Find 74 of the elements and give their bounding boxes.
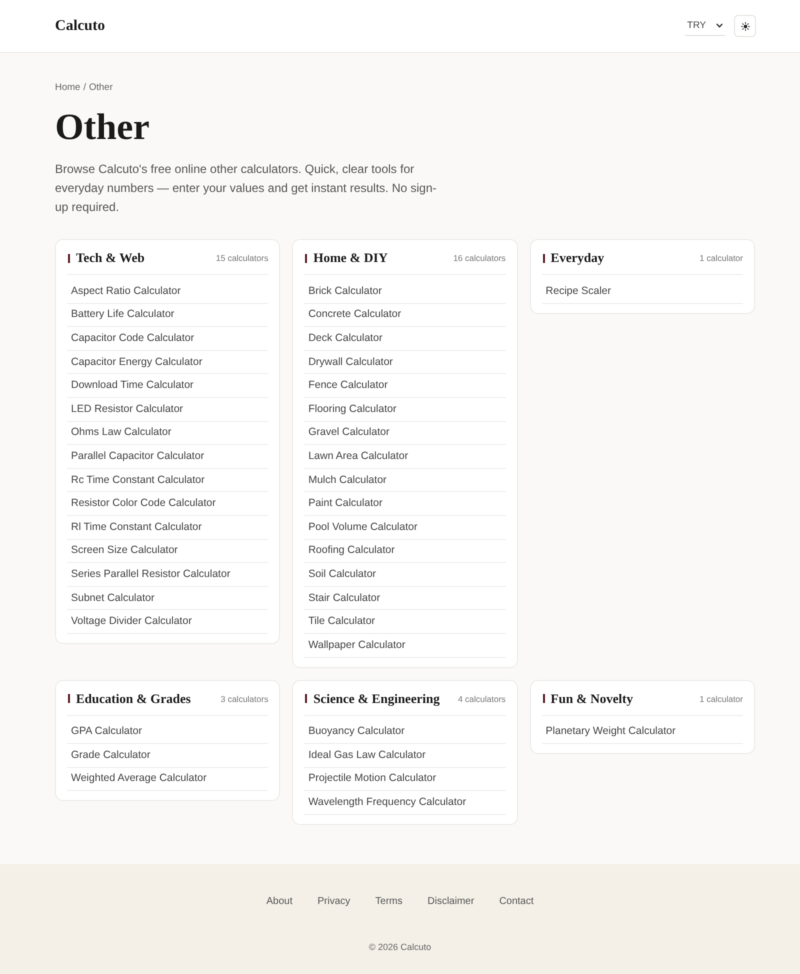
calculator-link[interactable]: Projectile Motion Calculator <box>304 768 506 792</box>
footer-link[interactable]: Disclaimer <box>428 894 474 909</box>
calculator-link[interactable]: Grade Calculator <box>67 744 268 768</box>
calculator-link[interactable]: Wavelength Frequency Calculator <box>304 791 506 815</box>
calculator-count: 15 calculators <box>216 253 268 263</box>
accent-bar-icon <box>305 694 308 703</box>
calculator-link[interactable]: Subnet Calculator <box>67 586 268 610</box>
copyright-text: © 2026 Calcuto <box>368 940 432 953</box>
calculator-link[interactable]: Parallel Capacitor Calculator <box>67 445 268 469</box>
calculator-link[interactable]: Concrete Calculator <box>304 304 506 328</box>
logo-link[interactable]: Calcuto <box>55 18 105 34</box>
calculator-link[interactable]: Aspect Ratio Calculator <box>67 280 268 304</box>
calculator-link[interactable]: Recipe Scaler <box>542 280 743 304</box>
calculator-link[interactable]: Roofing Calculator <box>304 540 506 564</box>
calculator-count: 1 calculator <box>700 694 743 704</box>
category-title: Tech & Web <box>76 249 146 267</box>
calculator-link[interactable]: Deck Calculator <box>304 327 506 351</box>
calculator-link[interactable]: Stair Calculator <box>304 586 506 610</box>
breadcrumb-link[interactable]: Home <box>55 82 80 94</box>
calculator-link[interactable]: Tile Calculator <box>304 610 506 634</box>
accent-bar-icon <box>542 254 545 262</box>
category-title: Fun & Novelty <box>550 690 634 708</box>
category-title: Home & DIY <box>313 249 389 267</box>
category-title: Everyday <box>550 249 606 267</box>
calculator-count: 1 calculator <box>700 253 743 263</box>
page-title: Other <box>55 106 151 150</box>
breadcrumb-separator: / <box>83 82 86 94</box>
calculator-link[interactable]: Ideal Gas Law Calculator <box>304 744 506 768</box>
calculator-link[interactable]: Rc Time Constant Calculator <box>67 468 268 492</box>
calculator-link[interactable]: Wallpaper Calculator <box>304 634 506 658</box>
calculator-link[interactable]: LED Resistor Calculator <box>67 398 268 422</box>
calculator-link[interactable]: GPA Calculator <box>67 720 268 744</box>
calculator-link[interactable]: Brick Calculator <box>304 280 506 304</box>
calculator-link[interactable]: Gravel Calculator <box>304 422 506 446</box>
calculator-link[interactable]: Resistor Color Code Calculator <box>67 492 268 516</box>
currency-select[interactable]: TRY <box>685 16 725 36</box>
category-title: Science & Engineering <box>313 690 441 708</box>
calculator-link[interactable]: Drywall Calculator <box>304 350 506 374</box>
sun-icon <box>740 22 750 30</box>
calculator-link[interactable]: Download Time Calculator <box>67 374 268 398</box>
calculator-link[interactable]: Capacitor Energy Calculator <box>67 350 268 374</box>
footer-link[interactable]: About <box>266 894 292 909</box>
breadcrumb-current: Other <box>88 82 113 94</box>
footer-link[interactable]: Terms <box>375 894 403 909</box>
calculator-link[interactable]: Buoyancy Calculator <box>304 720 506 744</box>
calculator-link[interactable]: Planetary Weight Calculator <box>542 720 743 744</box>
calculator-link[interactable]: Battery Life Calculator <box>67 304 268 328</box>
calculator-link[interactable]: Mulch Calculator <box>304 468 506 492</box>
calculator-link[interactable]: Screen Size Calculator <box>67 540 268 564</box>
calculator-link[interactable]: Ohms Law Calculator <box>67 422 268 446</box>
calculator-link[interactable]: Weighted Average Calculator <box>67 768 268 792</box>
accent-bar-icon <box>542 694 545 703</box>
accent-bar-icon <box>68 694 70 703</box>
calculator-count: 3 calculators <box>220 694 268 704</box>
calculator-link[interactable]: Series Parallel Resistor Calculator <box>67 563 268 587</box>
calculator-link[interactable]: Voltage Divider Calculator <box>67 610 268 634</box>
calculator-link[interactable]: Pool Volume Calculator <box>304 516 506 540</box>
calculator-link[interactable]: Lawn Area Calculator <box>304 445 506 469</box>
calculator-link[interactable]: Soil Calculator <box>304 563 506 587</box>
accent-bar-icon <box>68 254 70 262</box>
calculator-link[interactable]: Rl Time Constant Calculator <box>67 516 268 540</box>
footer-link[interactable]: Contact <box>499 894 534 909</box>
calculator-count: 16 calculators <box>453 253 506 263</box>
calculator-link[interactable]: Capacitor Code Calculator <box>67 327 268 351</box>
calculator-link[interactable]: Flooring Calculator <box>304 398 506 422</box>
footer-link[interactable]: Privacy <box>317 894 350 909</box>
page-description: Browse Calcuto's free online other calculators. Quick, clear tools for everyday numbers — enter your values and get instant results. No sign-up required. <box>55 161 438 216</box>
chevron-down-icon <box>716 23 723 28</box>
theme-toggle-button[interactable] <box>734 15 756 37</box>
calculator-count: 4 calculators <box>458 694 506 704</box>
accent-bar-icon <box>305 254 308 262</box>
calculator-link[interactable]: Fence Calculator <box>304 374 506 398</box>
category-title: Education & Grades <box>76 690 192 708</box>
calculator-link[interactable]: Paint Calculator <box>304 492 506 516</box>
